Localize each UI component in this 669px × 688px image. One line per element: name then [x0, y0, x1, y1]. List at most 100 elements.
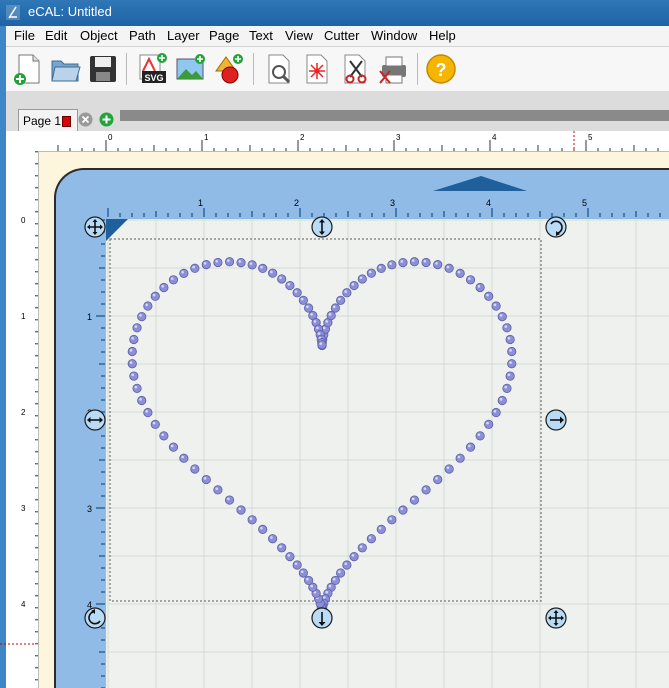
rhinestone-dot: [298, 295, 308, 305]
rhinestone-dot: [268, 534, 278, 544]
rhinestone-dot: [409, 257, 420, 267]
scale-handle-bottom-right[interactable]: [545, 607, 567, 629]
rhinestone-dot: [497, 311, 507, 322]
rhinestone-dot: [507, 346, 517, 357]
feed-direction-arrow: [433, 176, 527, 191]
rhinestone-highlight: [181, 455, 184, 459]
rhinestone-highlight: [411, 259, 415, 262]
rhinestone-highlight: [359, 545, 363, 548]
rhinestone-dot: [387, 515, 397, 525]
rhinestone-highlight: [328, 313, 332, 316]
mat-ruler-label: 3: [390, 198, 395, 208]
rhinestone-dot: [132, 323, 142, 333]
rhinestone-highlight: [300, 297, 304, 301]
rhinestone-dot: [398, 505, 408, 515]
rhinestone-highlight: [507, 336, 511, 340]
rhinestone-dot: [491, 407, 501, 418]
rhinestone-highlight: [294, 290, 298, 293]
rhinestone-highlight: [338, 297, 341, 301]
rhinestone-dot: [484, 291, 494, 301]
rhinestone-dot: [179, 453, 189, 463]
rhinestone-highlight: [134, 385, 138, 389]
rhinestone-highlight: [504, 385, 508, 389]
resize-handle-left[interactable]: [84, 409, 106, 431]
rhinestone-highlight: [215, 259, 219, 263]
rhinestone-highlight: [203, 262, 207, 265]
rhinestone-dot: [366, 268, 376, 278]
rhinestone-highlight: [287, 283, 291, 286]
rhinestone-dot: [342, 560, 352, 570]
rhinestone-highlight: [270, 536, 273, 539]
rhinestone-highlight: [161, 284, 164, 288]
rhinestone-dot: [201, 474, 211, 485]
rhinestone-dot: [398, 257, 408, 268]
canvas-overlay: 123451234: [0, 176, 669, 688]
rhinestone-highlight: [411, 497, 415, 501]
rhinestone-dot: [491, 301, 501, 311]
rhinestone-dot: [236, 505, 246, 515]
rhinestone-dot: [258, 263, 268, 274]
rhinestone-dot: [277, 543, 287, 553]
rhinestone-dot: [507, 359, 517, 369]
rhinestone-dot: [132, 383, 142, 393]
rhinestone-dot: [465, 275, 476, 285]
rhinestone-highlight: [316, 326, 319, 330]
rhinestone-dot: [285, 551, 295, 562]
rhinestone-highlight: [306, 577, 309, 581]
rhinestone-highlight: [310, 584, 313, 588]
rhinestone-highlight: [477, 284, 481, 288]
mat-origin-marker: [106, 219, 128, 241]
rhinestone-highlight: [129, 361, 133, 364]
rhinestone-highlight: [332, 577, 336, 581]
rhinestone-dot: [150, 419, 160, 429]
rhinestone-highlight: [423, 259, 427, 263]
rhinestone-highlight: [435, 262, 438, 265]
rhinestone-highlight: [181, 270, 184, 274]
rhinestone-dot: [484, 419, 494, 429]
rhinestone-highlight: [227, 259, 230, 262]
rhinestone-dot: [159, 282, 169, 293]
rhinestone-dot: [409, 495, 420, 505]
resize-handle-top[interactable]: [311, 216, 333, 238]
rhinestone-highlight: [322, 596, 326, 599]
rhinestone-highlight: [389, 262, 392, 265]
rhinestone-dot: [349, 280, 359, 291]
rhinestone-highlight: [170, 277, 174, 280]
rhinestone-dot: [159, 431, 169, 441]
rhinestone-dot: [213, 257, 223, 268]
rhinestone-dot: [505, 371, 515, 381]
rhinestone-dot: [475, 431, 485, 441]
resize-handle-right[interactable]: [545, 409, 567, 431]
rhinestone-highlight: [300, 570, 304, 574]
rhinestone-dot: [421, 257, 431, 268]
rhinestone-dot: [421, 485, 431, 495]
rotate-handle-bottom-left[interactable]: [84, 607, 106, 629]
rhinestone-highlight: [270, 270, 273, 274]
mat-ruler-label: 5: [582, 198, 587, 208]
rhinestone-highlight: [139, 398, 142, 401]
rotate-handle-top-right[interactable]: [545, 216, 567, 238]
rhinestone-highlight: [145, 303, 148, 307]
rhinestone-dot: [137, 311, 147, 322]
rhinestone-highlight: [152, 293, 156, 297]
heart-rhinestone-design[interactable]: [127, 257, 517, 617]
resize-handle-bottom[interactable]: [311, 607, 333, 629]
rhinestone-highlight: [509, 361, 512, 364]
rhinestone-highlight: [477, 433, 481, 436]
rhinestone-dot: [190, 464, 200, 474]
rhinestone-highlight: [507, 373, 511, 377]
rhinestone-highlight: [446, 265, 450, 269]
rhinestone-dot: [150, 291, 160, 301]
rhinestone-dot: [179, 268, 189, 278]
rhinestone-dot: [127, 359, 137, 369]
rhinestone-highlight: [338, 570, 341, 574]
move-handle[interactable]: [84, 216, 106, 238]
rhinestone-dot: [201, 260, 211, 270]
rhinestone-highlight: [344, 562, 347, 566]
rhinestone-dot: [444, 263, 454, 273]
rhinestone-highlight: [238, 507, 242, 511]
rhinestone-highlight: [368, 270, 372, 274]
rhinestone-dot: [433, 260, 443, 270]
rhinestone-dot: [268, 268, 278, 278]
rhinestone-highlight: [325, 320, 328, 323]
